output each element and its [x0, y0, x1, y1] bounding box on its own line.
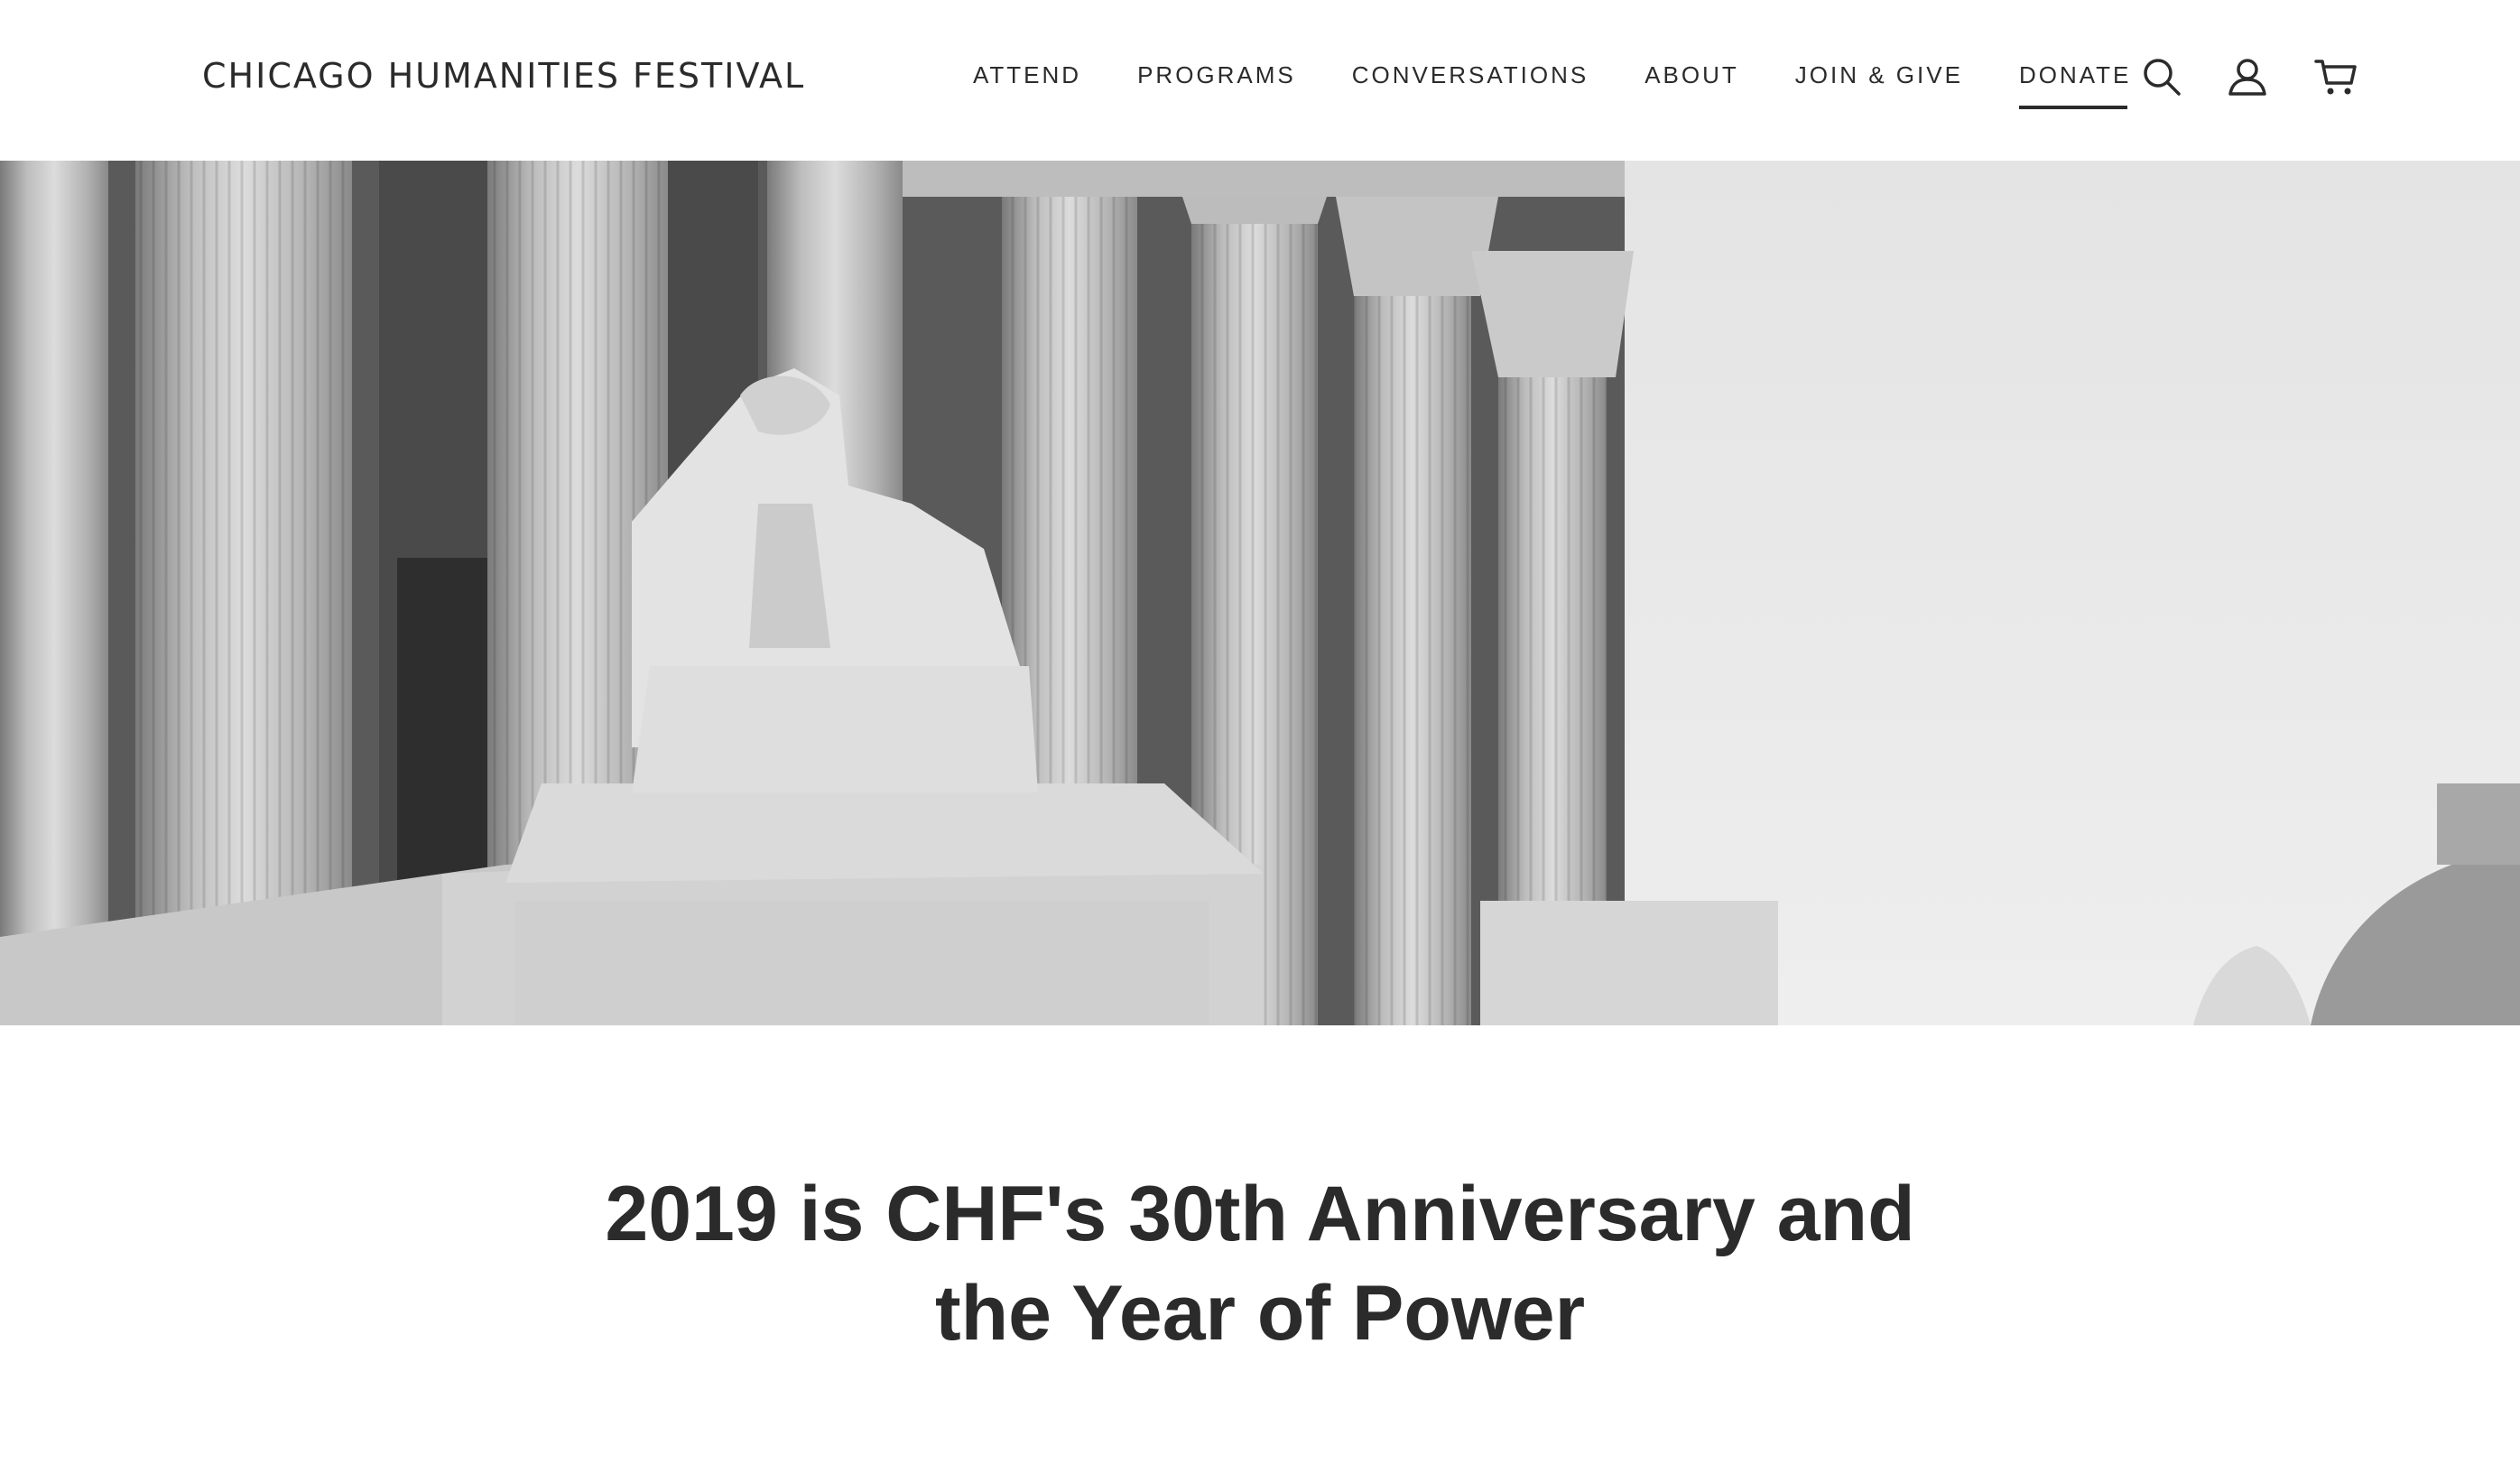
hero-image [0, 161, 2520, 1025]
hero-photo [0, 161, 2520, 1025]
account-icon[interactable] [2225, 54, 2270, 99]
nav-item-programs[interactable]: PROGRAMS [1137, 61, 1296, 89]
cart-icon[interactable] [2313, 54, 2358, 99]
nav-item-attend[interactable]: ATTEND [973, 61, 1081, 89]
main-nav: ATTEND PROGRAMS CONVERSATIONS ABOUT JOIN… [973, 61, 2187, 109]
nav-item-conversations[interactable]: CONVERSATIONS [1352, 61, 1589, 89]
nav-item-about[interactable]: ABOUT [1644, 61, 1739, 89]
page-headline: 2019 is CHF's 30th Anniversary and the Y… [605, 1171, 1915, 1357]
site-logo[interactable]: CHICAGO HUMANITIES FESTIVAL [202, 56, 805, 96]
nav-item-donate[interactable]: DONATE [2018, 61, 2131, 109]
site-header: CHICAGO HUMANITIES FESTIVAL ATTEND PROGR… [0, 0, 2520, 161]
nav-item-join-give[interactable]: JOIN & GIVE [1795, 61, 1963, 89]
search-icon[interactable] [2139, 54, 2184, 99]
